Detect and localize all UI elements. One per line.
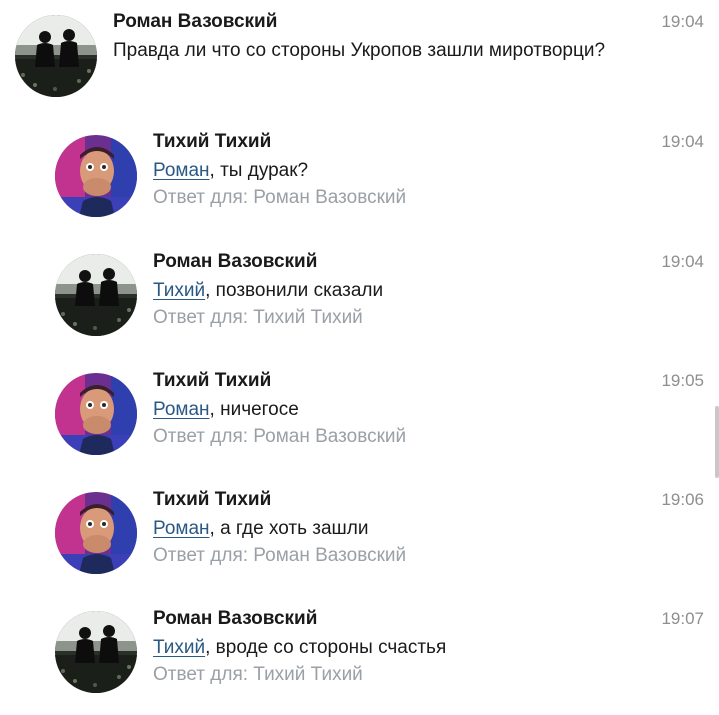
comment-body: , позвонили сказали bbox=[205, 280, 384, 301]
author-name[interactable]: Тихий Тихий bbox=[153, 131, 271, 153]
scrollbar[interactable] bbox=[715, 406, 719, 478]
comment-time: 19:06 bbox=[661, 490, 704, 509]
comment-body: , а где хоть зашли bbox=[209, 518, 369, 539]
reply-to-link[interactable]: Ответ для: Тихий Тихий bbox=[153, 664, 363, 686]
selfie-avatar[interactable] bbox=[55, 492, 137, 574]
reply-to-link[interactable]: Ответ для: Тихий Тихий bbox=[153, 307, 363, 329]
reply-to-link[interactable]: Ответ для: Роман Вазовский bbox=[153, 545, 406, 567]
mention-link[interactable]: Роман bbox=[153, 518, 210, 539]
comment-body: Правда ли что со стороны Укропов зашли м… bbox=[113, 40, 606, 61]
comment-item[interactable]: Роман Вазовский 19:04 Правда ли что со сто… bbox=[0, 0, 719, 118]
comment-item[interactable]: Роман Вазовский 19:04 Тихий, позвонили ска… bbox=[0, 240, 719, 358]
comment-text: Тихий, позвонили сказали bbox=[153, 280, 383, 302]
comment-text: Роман, ты дурак? bbox=[153, 160, 308, 182]
comment-body: , вроде со стороны счастья bbox=[205, 637, 447, 658]
reply-to-link[interactable]: Ответ для: Роман Вазовский bbox=[153, 187, 406, 209]
comment-time: 19:04 bbox=[661, 132, 704, 151]
mention-link[interactable]: Тихий bbox=[153, 280, 205, 301]
comment-body: , ничегосе bbox=[209, 399, 299, 420]
photo-pair-avatar[interactable] bbox=[15, 15, 97, 97]
comment-text: Тихий, вроде со стороны счастья bbox=[153, 637, 446, 659]
author-name[interactable]: Роман Вазовский bbox=[153, 251, 317, 273]
author-name[interactable]: Роман Вазовский bbox=[113, 11, 277, 33]
comment-body: , ты дурак? bbox=[209, 160, 309, 181]
comment-text: Правда ли что со стороны Укропов зашли м… bbox=[113, 40, 605, 62]
selfie-avatar[interactable] bbox=[55, 373, 137, 455]
mention-link[interactable]: Роман bbox=[153, 399, 210, 420]
author-name[interactable]: Тихий Тихий bbox=[153, 370, 271, 392]
author-name[interactable]: Роман Вазовский bbox=[153, 608, 317, 630]
comment-item[interactable]: Тихий Тихий 19:04 Роман, ты дурак? Ответ дл… bbox=[0, 120, 719, 238]
comment-time: 19:04 bbox=[661, 12, 704, 31]
comment-text: Роман, ничегосе bbox=[153, 399, 299, 421]
author-name[interactable]: Тихий Тихий bbox=[153, 489, 271, 511]
comment-item[interactable]: Тихий Тихий 19:05 Роман, ничегосе Ответ для… bbox=[0, 359, 719, 477]
mention-link[interactable]: Тихий bbox=[153, 637, 205, 658]
comment-item[interactable]: Роман Вазовский 19:07 Тихий, вроде со стор… bbox=[0, 597, 719, 715]
reply-to-link[interactable]: Ответ для: Роман Вазовский bbox=[153, 426, 406, 448]
comment-time: 19:05 bbox=[661, 371, 704, 390]
comment-text: Роман, а где хоть зашли bbox=[153, 518, 368, 540]
comment-item[interactable]: Тихий Тихий 19:06 Роман, а где хоть зашли О… bbox=[0, 478, 719, 596]
selfie-avatar[interactable] bbox=[55, 135, 137, 217]
comment-time: 19:07 bbox=[661, 609, 704, 628]
mention-link[interactable]: Роман bbox=[153, 160, 210, 181]
comment-time: 19:04 bbox=[661, 252, 704, 271]
photo-pair-avatar[interactable] bbox=[55, 611, 137, 693]
photo-pair-avatar[interactable] bbox=[55, 254, 137, 336]
